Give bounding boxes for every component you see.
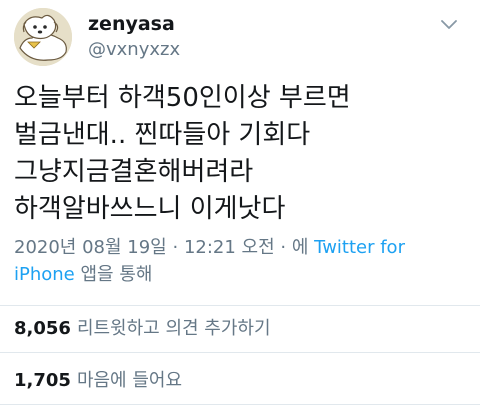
via-suffix: 앱을 통해: [80, 264, 153, 285]
retweets-stat[interactable]: 8,056 리트윗하고 의견 추가하기: [14, 317, 271, 341]
tweet-time[interactable]: 12:21 오전: [184, 237, 275, 258]
tweet-meta: 2020년 08월 19일 · 12:21 오전 · 에 Twitter for…: [14, 234, 466, 288]
retweet-count: 8,056: [14, 318, 71, 339]
retweet-label: 리트윗하고 의견 추가하기: [76, 318, 271, 339]
divider: [0, 404, 480, 405]
separator: ·: [280, 237, 287, 258]
divider: [0, 305, 480, 306]
tweet-header: zenyasa @vxnyxzx: [14, 6, 466, 68]
via-prefix: 에: [291, 237, 309, 258]
tweet-line: 벌금낸대.. 찐따들아 기회다: [14, 120, 311, 150]
avatar[interactable]: [14, 8, 72, 66]
puppy-avatar-icon: [14, 8, 72, 66]
tweet-text: 오늘부터 하객50인이상 부르면 벌금낸대.. 찐따들아 기회다 그냥지금결혼해…: [14, 80, 466, 228]
like-label: 마음에 들어요: [76, 370, 183, 391]
tweet-line: 그냥지금결혼해버려라: [14, 157, 254, 187]
tweet-date[interactable]: 2020년 08월 19일: [14, 237, 167, 258]
like-count: 1,705: [14, 370, 71, 391]
display-name[interactable]: zenyasa: [88, 12, 180, 36]
username[interactable]: @vxnyxzx: [88, 38, 180, 62]
user-names: zenyasa @vxnyxzx: [88, 8, 180, 66]
chevron-down-icon[interactable]: [438, 14, 460, 36]
tweet-line: 하객알바쓰느니 이게낫다: [14, 194, 286, 224]
tweet-card: zenyasa @vxnyxzx 오늘부터 하객50인이상 부르면 벌금낸대..…: [0, 0, 480, 410]
tweet-line: 오늘부터 하객50인이상 부르면: [14, 83, 351, 113]
separator: ·: [172, 237, 179, 258]
divider: [0, 352, 480, 353]
likes-stat[interactable]: 1,705 마음에 들어요: [14, 369, 182, 393]
